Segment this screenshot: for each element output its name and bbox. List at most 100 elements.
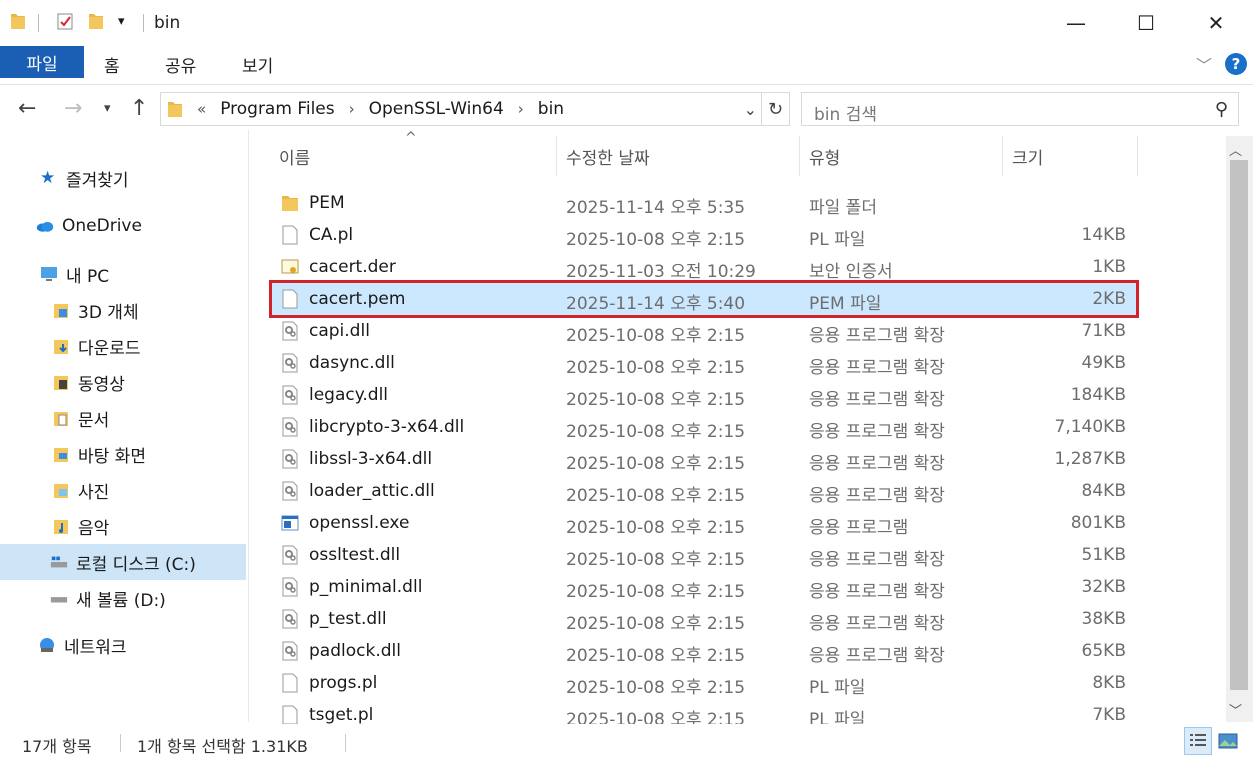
file-date: 2025-10-08 오후 2:15: [566, 390, 746, 410]
chevron-right-icon[interactable]: ›: [518, 100, 524, 118]
breadcrumb-openssl[interactable]: OpenSSL-Win64: [369, 99, 504, 119]
address-bar[interactable]: « Program Files › OpenSSL-Win64 › bin ⌄: [160, 92, 762, 126]
file-name: CA.pl: [309, 225, 354, 245]
file-date: 2025-11-14 오후 5:40: [566, 294, 746, 314]
file-name: libssl-3-x64.dll: [309, 449, 433, 469]
tab-share[interactable]: 공유: [165, 52, 196, 77]
column-header-date[interactable]: 수정한 날짜: [566, 144, 650, 169]
file-type: 응용 프로그램 확장: [809, 486, 945, 506]
close-button[interactable]: ✕: [1181, 0, 1251, 46]
scroll-up-icon[interactable]: ︿: [1229, 140, 1242, 159]
minimize-button[interactable]: —: [1041, 0, 1111, 46]
recent-locations-icon[interactable]: ▾: [104, 101, 111, 116]
file-date: 2025-10-08 오후 2:15: [566, 358, 746, 378]
file-date: 2025-10-08 오후 2:15: [566, 518, 746, 538]
file-icon: [281, 289, 299, 309]
file-icon: [281, 705, 299, 724]
file-row[interactable]: p_minimal.dll 2025-10-08 오후 2:15 응용 프로그램 확…: [272, 571, 1136, 603]
file-type: PL 파일: [809, 678, 866, 698]
dll-icon: [281, 321, 299, 341]
column-header-type[interactable]: 유형: [809, 144, 840, 169]
file-row[interactable]: loader_attic.dll 2025-10-08 오후 2:15 응용 프로그…: [272, 475, 1136, 507]
breadcrumb-overflow[interactable]: «: [197, 100, 206, 118]
file-name: cacert.der: [309, 257, 396, 277]
expand-ribbon-icon[interactable]: ﹀: [1196, 52, 1212, 76]
file-type: 파일 폴더: [809, 198, 877, 218]
scrollbar-thumb[interactable]: [1230, 160, 1248, 690]
file-row[interactable]: padlock.dll 2025-10-08 오후 2:15 응용 프로그램 확장 6…: [272, 635, 1136, 667]
dll-icon: [281, 577, 299, 597]
properties-icon[interactable]: [57, 12, 73, 30]
file-row[interactable]: legacy.dll 2025-10-08 오후 2:15 응용 프로그램 확장 18…: [272, 379, 1136, 411]
file-row[interactable]: dasync.dll 2025-10-08 오후 2:15 응용 프로그램 확장 49…: [272, 347, 1136, 379]
search-box[interactable]: bin 검색 ⚲: [801, 92, 1239, 126]
large-icons-view-button[interactable]: [1214, 727, 1242, 755]
file-row[interactable]: libcrypto-3-x64.dll 2025-10-08 오후 2:15 응용 …: [272, 411, 1136, 443]
search-input[interactable]: bin 검색: [814, 100, 877, 125]
file-type: 응용 프로그램 확장: [809, 422, 945, 442]
maximize-button[interactable]: ☐: [1111, 0, 1181, 46]
file-size: 51KB: [1081, 545, 1126, 565]
tab-file[interactable]: 파일: [0, 46, 84, 78]
file-name: padlock.dll: [309, 641, 401, 661]
file-row[interactable]: openssl.exe 2025-10-08 오후 2:15 응용 프로그램 801K…: [272, 507, 1136, 539]
dll-icon: [281, 481, 299, 501]
separator: [345, 734, 346, 752]
address-dropdown-icon[interactable]: ⌄: [744, 100, 757, 119]
file-name: tsget.pl: [309, 705, 374, 724]
file-date: 2025-10-08 오후 2:15: [566, 486, 746, 506]
file-name: cacert.pem: [309, 289, 406, 309]
file-row[interactable]: libssl-3-x64.dll 2025-10-08 오후 2:15 응용 프로그…: [272, 443, 1136, 475]
help-button[interactable]: ?: [1225, 53, 1247, 75]
new-folder-icon[interactable]: [88, 12, 104, 30]
column-divider[interactable]: [799, 136, 800, 176]
file-size: 49KB: [1081, 353, 1126, 373]
back-button[interactable]: ←: [18, 96, 36, 121]
file-size: 71KB: [1081, 321, 1126, 341]
breadcrumb-bin[interactable]: bin: [538, 99, 564, 119]
file-size: 84KB: [1081, 481, 1126, 501]
column-divider[interactable]: [1002, 136, 1003, 176]
dll-icon: [281, 641, 299, 661]
column-header-size[interactable]: 크기: [1012, 144, 1043, 169]
chevron-right-icon[interactable]: ›: [349, 100, 355, 118]
file-row[interactable]: tsget.pl 2025-10-08 오후 2:15 PL 파일 7KB: [272, 699, 1136, 724]
scroll-down-icon[interactable]: ﹀: [1229, 700, 1242, 719]
folder-icon[interactable]: [10, 12, 26, 30]
up-button[interactable]: ↑: [130, 96, 148, 121]
column-divider[interactable]: [1137, 136, 1138, 176]
file-row[interactable]: cacert.der 2025-11-03 오전 10:29 보안 인증서 1KB: [272, 251, 1136, 283]
file-type: PL 파일: [809, 710, 866, 724]
tab-home[interactable]: 홈: [104, 52, 120, 77]
sort-ascending-icon: ^: [405, 130, 417, 146]
column-header-name[interactable]: 이름: [279, 144, 310, 169]
file-row[interactable]: p_test.dll 2025-10-08 오후 2:15 응용 프로그램 확장 38…: [272, 603, 1136, 635]
customize-qat-icon[interactable]: ▾: [118, 14, 125, 29]
column-divider[interactable]: [556, 136, 557, 176]
file-row[interactable]: progs.pl 2025-10-08 오후 2:15 PL 파일 8KB: [272, 667, 1136, 699]
file-type: 응용 프로그램 확장: [809, 582, 945, 602]
title-bar: ▾ bin — ☐ ✕: [0, 0, 1253, 46]
file-row[interactable]: capi.dll 2025-10-08 오후 2:15 응용 프로그램 확장 71KB: [272, 315, 1136, 347]
dll-icon: [281, 609, 299, 629]
file-type: 응용 프로그램 확장: [809, 326, 945, 346]
file-date: 2025-10-08 오후 2:15: [566, 614, 746, 634]
separator: [120, 734, 121, 752]
file-date: 2025-10-08 오후 2:15: [566, 550, 746, 570]
file-name: dasync.dll: [309, 353, 395, 373]
search-icon[interactable]: ⚲: [1215, 99, 1228, 120]
tab-view[interactable]: 보기: [242, 52, 273, 77]
file-date: 2025-10-08 오후 2:15: [566, 646, 746, 666]
file-row[interactable]: PEM 2025-11-14 오후 5:35 파일 폴더: [272, 187, 1136, 219]
refresh-button[interactable]: ↻: [762, 92, 790, 126]
folder-icon: [281, 193, 299, 213]
separator: [38, 14, 39, 32]
forward-button[interactable]: →: [64, 96, 82, 121]
sidebar-item-label: 즐겨찾기: [66, 170, 129, 191]
file-row[interactable]: CA.pl 2025-10-08 오후 2:15 PL 파일 14KB: [272, 219, 1136, 251]
details-view-button[interactable]: [1184, 727, 1212, 755]
file-row[interactable]: cacert.pem 2025-11-14 오후 5:40 PEM 파일 2KB: [269, 280, 1139, 318]
file-row[interactable]: ossltest.dll 2025-10-08 오후 2:15 응용 프로그램 확장…: [272, 539, 1136, 571]
file-type: 응용 프로그램 확장: [809, 390, 945, 410]
breadcrumb-program-files[interactable]: Program Files: [220, 99, 334, 119]
